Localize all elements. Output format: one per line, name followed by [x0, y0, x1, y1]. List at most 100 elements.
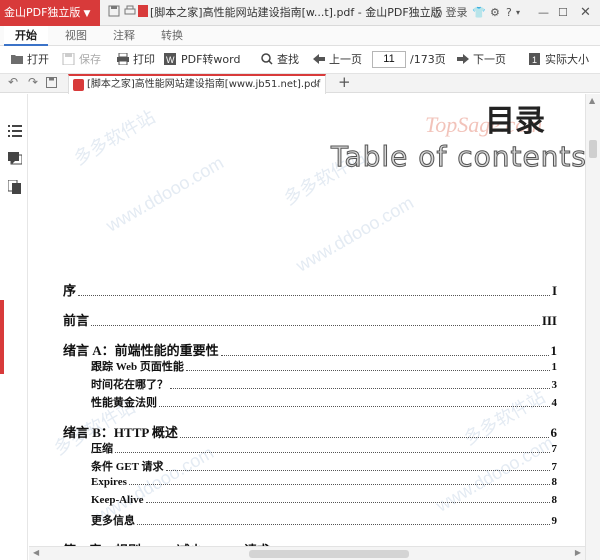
toc-leader-dots — [185, 370, 550, 371]
undo-icon[interactable]: ↶ — [8, 75, 18, 89]
toc-entry-page: 9 — [551, 515, 558, 527]
actual-size-label: 实际大小 — [545, 53, 589, 66]
pdf-to-word-button[interactable]: W PDF转word — [164, 46, 240, 74]
toc-leader-dots — [78, 295, 550, 296]
toc-entry[interactable]: Expires 8 — [91, 476, 557, 488]
toc-entry[interactable]: 时间花在哪了？ 3 — [91, 376, 557, 392]
toolbar: 打开 保存 打印 W PDF转word 查找 上一页 /173页 下一页 1 实际大… — [0, 46, 600, 74]
document-tab[interactable]: [脚本之家]高性能网站建设指南[www.jb51.net].pdf × — [68, 74, 326, 94]
toc-entry-label: Expires — [91, 476, 127, 488]
user-icon — [432, 8, 442, 18]
toc-entry-label: 压缩 — [91, 443, 113, 455]
toc-leader-dots — [179, 437, 549, 438]
redo-icon[interactable]: ↷ — [28, 75, 38, 89]
vertical-scrollbar[interactable]: ▲ — [585, 94, 600, 560]
vertical-scroll-thumb[interactable] — [589, 140, 597, 158]
save-quick-icon[interactable] — [108, 5, 120, 20]
toc-leader-dots — [220, 355, 549, 356]
find-button[interactable]: 查找 — [260, 46, 299, 74]
svg-text:1: 1 — [532, 55, 537, 65]
page-subtitle: Table of contents — [331, 140, 585, 174]
toc-entry-page: 7 — [551, 443, 558, 455]
toc-entry-page: 8 — [551, 494, 558, 506]
toc-entry[interactable]: Keep-Alive 8 — [91, 494, 557, 506]
tab-view[interactable]: 视图 — [54, 26, 98, 46]
toc-entry[interactable]: 跟踪 Web 页面性能 1 — [91, 358, 557, 374]
toc-entry-label: 时间花在哪了？ — [91, 379, 168, 391]
folder-icon — [11, 55, 23, 64]
open-label: 打开 — [27, 53, 49, 66]
close-tab-icon[interactable]: × — [312, 76, 321, 93]
toc-entry-label: 绪言 A：前端性能的重要性 — [63, 343, 219, 358]
toc-entry-label: 跟踪 Web 页面性能 — [91, 361, 184, 373]
open-button[interactable]: 打开 — [10, 46, 49, 74]
toc-entry[interactable]: 前言 III — [63, 310, 557, 329]
printer-icon — [117, 53, 129, 65]
maximize-icon[interactable]: ☐ — [558, 0, 568, 26]
toc-entry[interactable]: 更多信息 9 — [91, 512, 557, 528]
window-title: [脚本之家]高性能网站建设指南[w...t].pdf - 金山PDF独立版 — [150, 6, 442, 19]
toc-leader-dots — [165, 470, 550, 471]
scroll-left-icon[interactable]: ◀ — [33, 548, 39, 557]
outline-list-icon[interactable] — [8, 124, 22, 138]
chevron-down-icon: ▼ — [83, 9, 91, 19]
print-quick-icon[interactable] — [124, 5, 136, 20]
toc-entry[interactable]: 序I — [63, 280, 557, 299]
horizontal-scroll-thumb[interactable] — [249, 550, 409, 558]
thumbnails-icon[interactable] — [8, 180, 22, 194]
login-label: 登录 — [445, 6, 468, 19]
horizontal-scrollbar[interactable]: ◀ ▶ — [29, 546, 585, 560]
skin-icon[interactable]: 👕 — [472, 0, 486, 26]
toc-entry-label: 绪言 B：HTTP 概述 — [63, 425, 178, 440]
save-label: 保存 — [79, 53, 101, 66]
toc-entry-label: 前言 — [63, 313, 90, 328]
close-icon[interactable]: ✕ — [580, 0, 591, 26]
toc-leader-dots — [137, 524, 550, 525]
toc-entry-page: 3 — [551, 379, 558, 391]
new-tab-button[interactable]: + — [338, 73, 351, 91]
gear-icon[interactable]: ⚙ — [490, 0, 500, 26]
toc-entry[interactable]: 性能黄金法则 4 — [91, 394, 557, 410]
toc-leader-dots — [145, 502, 550, 503]
toc-entry-page: 7 — [551, 461, 558, 473]
tab-annotate[interactable]: 注释 — [102, 26, 146, 46]
help-dropdown-icon[interactable]: ▾ — [516, 0, 520, 26]
scroll-right-icon[interactable]: ▶ — [575, 548, 581, 557]
title-bar: 金山PDF独立版 ▼ [脚本之家]高性能网站建设指南[w...t].pdf - 金… — [0, 0, 600, 26]
toc-entry-page: 1 — [550, 343, 558, 358]
svg-text:W: W — [166, 55, 175, 65]
toc-entry-page: 6 — [550, 425, 558, 440]
toc-entry[interactable]: 压缩 7 — [91, 440, 557, 456]
comments-icon[interactable] — [8, 152, 22, 166]
toc-entry[interactable]: 条件 GET 请求 7 — [91, 458, 557, 474]
login-button[interactable]: 登录 — [432, 0, 468, 26]
page-number-input[interactable]: 11 — [372, 51, 406, 68]
toc-entry-page: III — [541, 313, 557, 328]
scroll-up-icon[interactable]: ▲ — [589, 96, 595, 105]
save-doc-icon[interactable] — [46, 77, 57, 91]
prev-page-label: 上一页 — [329, 53, 362, 66]
prev-page-button[interactable]: 上一页 — [312, 46, 362, 74]
toc-entry[interactable]: 绪言 B：HTTP 概述 6 — [63, 422, 557, 441]
save-button[interactable]: 保存 — [62, 46, 101, 74]
save-icon — [62, 53, 75, 65]
print-button[interactable]: 打印 — [116, 46, 155, 74]
toc-entry[interactable]: 绪言 A：前端性能的重要性 1 — [63, 340, 557, 359]
search-icon — [261, 53, 273, 65]
actual-size-button[interactable]: 1 实际大小 — [528, 46, 589, 74]
app-menu-button[interactable]: 金山PDF独立版 ▼ — [0, 0, 100, 26]
next-page-button[interactable]: 下一页 — [456, 46, 506, 74]
sidebar-collapse-handle[interactable] — [0, 300, 4, 374]
tab-convert[interactable]: 转换 — [150, 26, 194, 46]
toc-leader-dots — [115, 452, 550, 453]
toc-entry-label: 性能黄金法则 — [91, 397, 157, 409]
toc-entry-label: 序 — [63, 283, 77, 298]
help-icon[interactable]: ? — [506, 0, 512, 26]
watermark-site: www.ddooo.com — [102, 152, 227, 236]
tab-start[interactable]: 开始 — [4, 26, 48, 46]
pdf-file-icon — [73, 79, 84, 91]
find-label: 查找 — [277, 53, 299, 66]
app-name: 金山PDF独立版 — [4, 6, 81, 19]
page-total: /173页 — [410, 53, 446, 66]
minimize-icon[interactable]: — — [538, 0, 549, 26]
